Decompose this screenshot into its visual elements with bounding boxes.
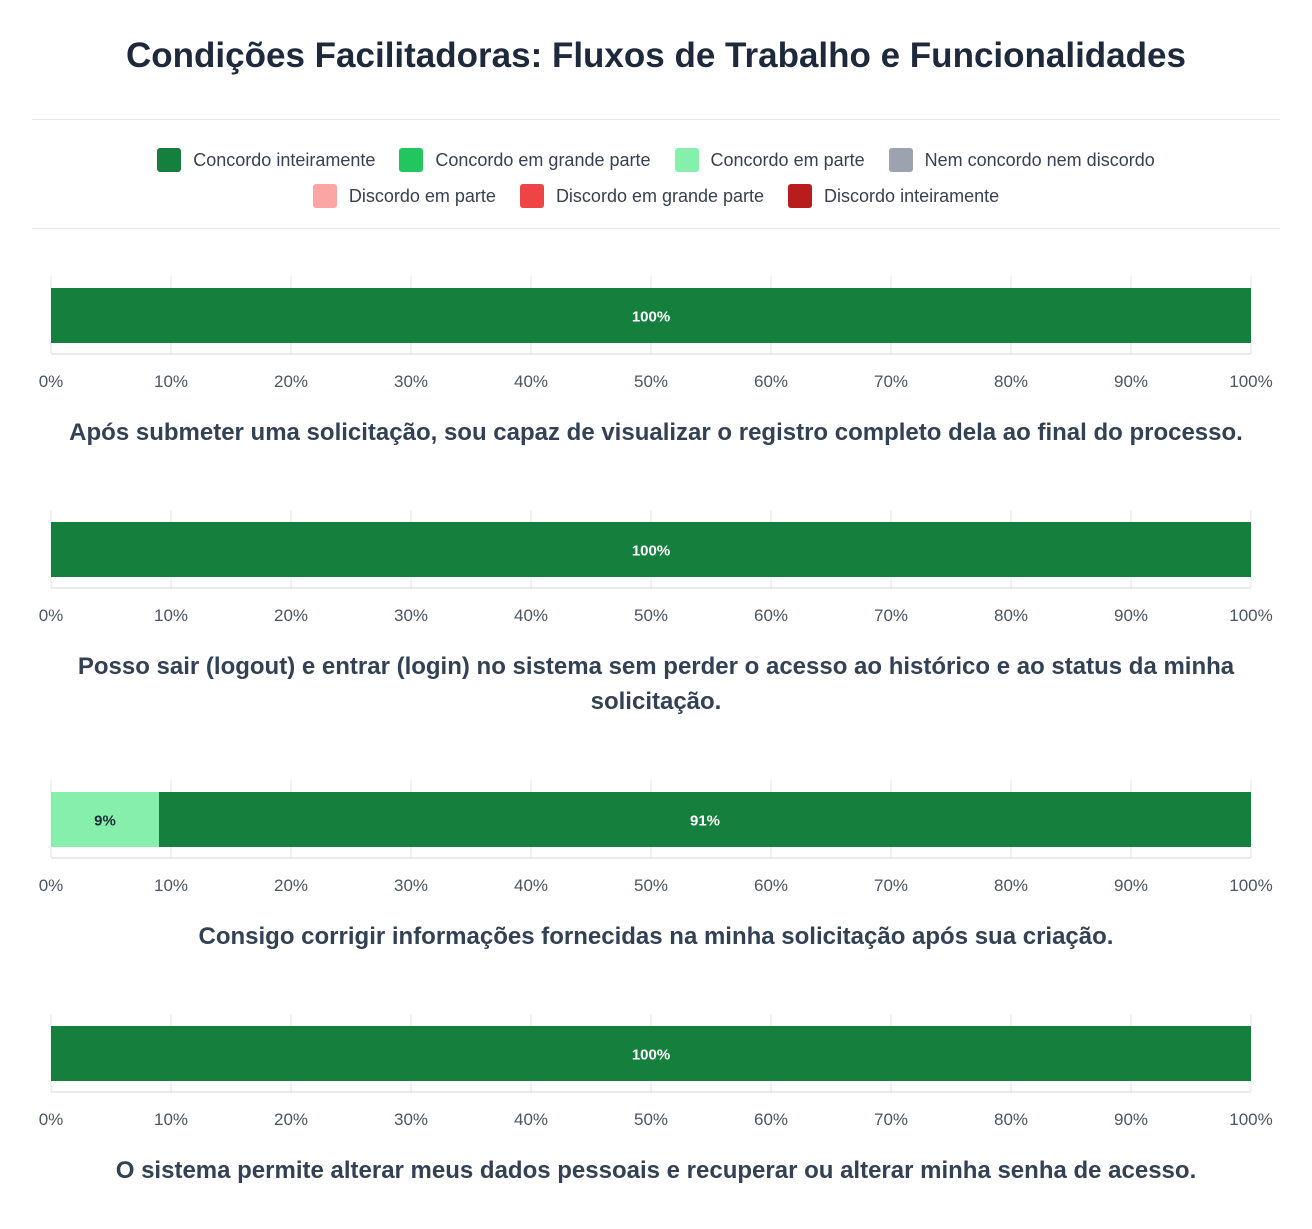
bar-value-label: 100% <box>632 543 670 560</box>
legend-divider <box>32 228 1280 229</box>
x-tick-label: 90% <box>1114 372 1148 391</box>
top-divider <box>32 119 1280 120</box>
legend-item-discordo-inteiramente[interactable]: Discordo inteiramente <box>788 184 999 208</box>
x-tick-label: 30% <box>394 606 428 625</box>
x-tick-label: 70% <box>874 372 908 391</box>
legend-swatch <box>157 148 182 172</box>
x-tick-label: 60% <box>754 1110 788 1129</box>
legend-label: Nem concordo nem discordo <box>924 149 1155 170</box>
legend-item-concordo-em-parte[interactable]: Concordo em parte <box>674 148 865 172</box>
x-tick-label: 90% <box>1114 606 1148 625</box>
x-tick-label: 20% <box>274 1110 308 1129</box>
x-tick-label: 70% <box>874 876 908 895</box>
x-tick-label: 40% <box>514 372 548 391</box>
legend-item-concordo-grande-parte[interactable]: Concordo em grande parte <box>399 148 651 172</box>
legend-label: Concordo em parte <box>710 149 865 170</box>
x-tick-label: 20% <box>274 876 308 895</box>
question-chart-4: 0% 10% 20% 30% 40% 50% 60% 70% 80% 90% 100% 100% <box>39 1014 1273 1129</box>
legend-swatch <box>312 184 337 208</box>
x-tick-label: 30% <box>394 876 428 895</box>
x-tick-label: 90% <box>1114 876 1148 895</box>
x-tick-label: 50% <box>634 606 668 625</box>
legend-row-1: Concordo inteiramente Concordo em grande… <box>0 142 1312 178</box>
x-tick-label: 100% <box>1229 876 1272 895</box>
x-tick-label: 0% <box>39 606 64 625</box>
x-tick-label: 100% <box>1229 1110 1272 1129</box>
question-chart-1: 0% 10% 20% 30% 40% 50% 60% 70% 80% 90% 100% 100% <box>39 276 1273 391</box>
legend-label: Concordo em grande parte <box>435 149 651 170</box>
x-tick-label: 80% <box>994 606 1028 625</box>
x-tick-label: 80% <box>994 1110 1028 1129</box>
bar-value-label: 91% <box>690 813 720 830</box>
x-tick-label: 60% <box>754 372 788 391</box>
x-tick-label: 70% <box>874 606 908 625</box>
bar-value-label: 100% <box>632 1047 670 1064</box>
x-tick-label: 30% <box>394 1110 428 1129</box>
page-title: Condições Facilitadoras: Fluxos de Traba… <box>126 36 1186 75</box>
x-tick-label: 100% <box>1229 606 1272 625</box>
question-label-3: Consigo corrigir informações fornecidas … <box>198 923 1114 950</box>
legend-label: Discordo em grande parte <box>555 185 765 206</box>
x-tick-label: 0% <box>39 876 64 895</box>
x-tick-label: 60% <box>754 606 788 625</box>
question-label-4: O sistema permite alterar meus dados pes… <box>115 1157 1197 1184</box>
legend-swatch <box>674 148 699 172</box>
legend-item-nem-concordo-nem-discordo[interactable]: Nem concordo nem discordo <box>888 148 1155 172</box>
x-tick-label: 50% <box>634 372 668 391</box>
legend-item-concordo-inteiramente[interactable]: Concordo inteiramente <box>157 148 375 172</box>
bar-value-label: 9% <box>94 813 116 830</box>
bar-value-label: 100% <box>632 309 670 326</box>
x-tick-label: 20% <box>274 372 308 391</box>
x-tick-label: 20% <box>274 606 308 625</box>
x-tick-label: 100% <box>1229 372 1272 391</box>
x-tick-label: 80% <box>994 876 1028 895</box>
x-tick-label: 10% <box>154 606 188 625</box>
x-tick-label: 10% <box>154 372 188 391</box>
x-tick-label: 70% <box>874 1110 908 1129</box>
legend-item-discordo-grande-parte[interactable]: Discordo em grande parte <box>519 184 765 208</box>
x-tick-label: 60% <box>754 876 788 895</box>
x-tick-label: 0% <box>39 372 64 391</box>
legend-row-2: Discordo em parte Discordo em grande par… <box>0 178 1312 214</box>
legend-swatch <box>519 184 544 208</box>
x-tick-label: 40% <box>514 1110 548 1129</box>
x-tick-label: 40% <box>514 876 548 895</box>
x-tick-label: 0% <box>39 1110 64 1129</box>
x-tick-label: 90% <box>1114 1110 1148 1129</box>
legend-label: Concordo inteiramente <box>193 149 376 170</box>
legend-swatch <box>399 148 424 172</box>
question-label-1: Após submeter uma solicitação, sou capaz… <box>69 419 1243 446</box>
x-tick-label: 50% <box>634 876 668 895</box>
legend-swatch <box>788 184 813 208</box>
question-chart-2: 0% 10% 20% 30% 40% 50% 60% 70% 80% 90% 100% 100% <box>39 510 1273 625</box>
x-tick-label: 40% <box>514 606 548 625</box>
chart-legend: Concordo inteiramente Concordo em grande… <box>0 142 1312 214</box>
legend-swatch <box>888 148 913 172</box>
x-tick-label: 50% <box>634 1110 668 1129</box>
x-tick-label: 10% <box>154 1110 188 1129</box>
x-tick-label: 30% <box>394 372 428 391</box>
legend-label: Discordo inteiramente <box>824 185 1000 206</box>
question-label-2: Posso sair (logout) e entrar (login) no … <box>77 653 1235 715</box>
x-tick-label: 80% <box>994 372 1028 391</box>
question-chart-3: 0% 10% 20% 30% 40% 50% 60% 70% 80% 90% 100% 9% 91% <box>39 780 1273 895</box>
legend-label: Discordo em parte <box>348 185 496 206</box>
x-tick-label: 10% <box>154 876 188 895</box>
legend-item-discordo-em-parte[interactable]: Discordo em parte <box>312 184 496 208</box>
